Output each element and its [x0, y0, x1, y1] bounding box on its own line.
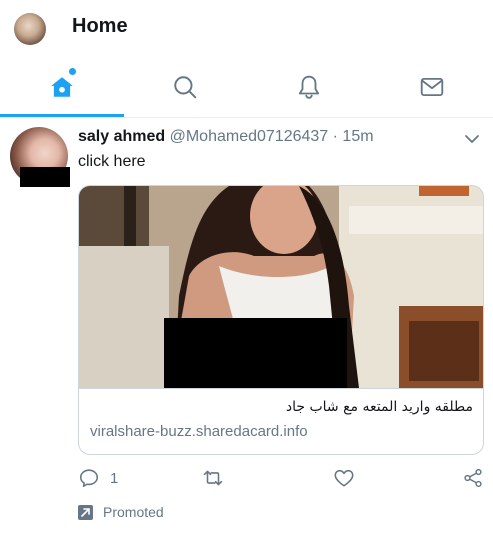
author-name[interactable]: saly ahmed — [78, 128, 165, 145]
tab-notifications[interactable] — [247, 58, 370, 116]
redaction-box — [20, 167, 70, 187]
card-meta[interactable]: مطلقه واريد المتعه مع شاب جاد viralshare… — [79, 388, 483, 454]
promoted-tag: Promoted — [78, 502, 164, 522]
heart-icon — [334, 469, 354, 487]
tweet-text: click here — [78, 153, 146, 170]
like-button[interactable] — [333, 466, 365, 490]
promoted-label: Promoted — [103, 504, 164, 520]
tweet[interactable]: saly ahmed @Mohamed07126437 · 15m click … — [0, 119, 493, 536]
new-content-dot — [69, 68, 76, 75]
profile-avatar[interactable] — [14, 13, 46, 45]
card-title: مطلقه واريد المتعه مع شاب جاد — [285, 399, 473, 415]
bell-icon — [298, 75, 319, 99]
active-tab-indicator — [0, 114, 124, 117]
envelope-icon — [420, 77, 443, 97]
home-icon — [50, 77, 73, 97]
tab-messages[interactable] — [370, 58, 493, 116]
card-domain: viralshare-buzz.sharedacard.info — [90, 423, 308, 440]
chevron-down-icon — [465, 135, 479, 143]
tab-home[interactable] — [0, 58, 123, 116]
promoted-icon — [78, 504, 93, 520]
tweet-menu-button[interactable] — [462, 129, 482, 149]
reply-count: 1 — [110, 469, 119, 487]
tab-search[interactable] — [123, 58, 246, 116]
share-icon — [464, 468, 482, 488]
search-icon — [173, 76, 196, 99]
tweet-time: 15m — [342, 128, 374, 145]
top-header: Home — [0, 0, 493, 58]
tab-bar — [0, 58, 493, 118]
share-button[interactable] — [462, 466, 484, 490]
reply-icon — [79, 469, 99, 488]
retweet-icon — [203, 470, 223, 486]
link-card[interactable]: مطلقه واريد المتعه مع شاب جاد viralshare… — [78, 185, 484, 455]
author-handle[interactable]: @Mohamed07126437 — [170, 128, 329, 145]
redaction-box — [164, 318, 347, 388]
reply-button[interactable]: 1 — [78, 466, 118, 490]
tweet-actions: 1 — [78, 466, 484, 492]
page-title: Home — [72, 15, 128, 37]
card-image[interactable] — [79, 186, 483, 388]
separator-dot: · — [332, 128, 338, 145]
retweet-button[interactable] — [202, 466, 234, 490]
tweet-header: saly ahmed @Mohamed07126437 · 15m — [78, 128, 374, 146]
